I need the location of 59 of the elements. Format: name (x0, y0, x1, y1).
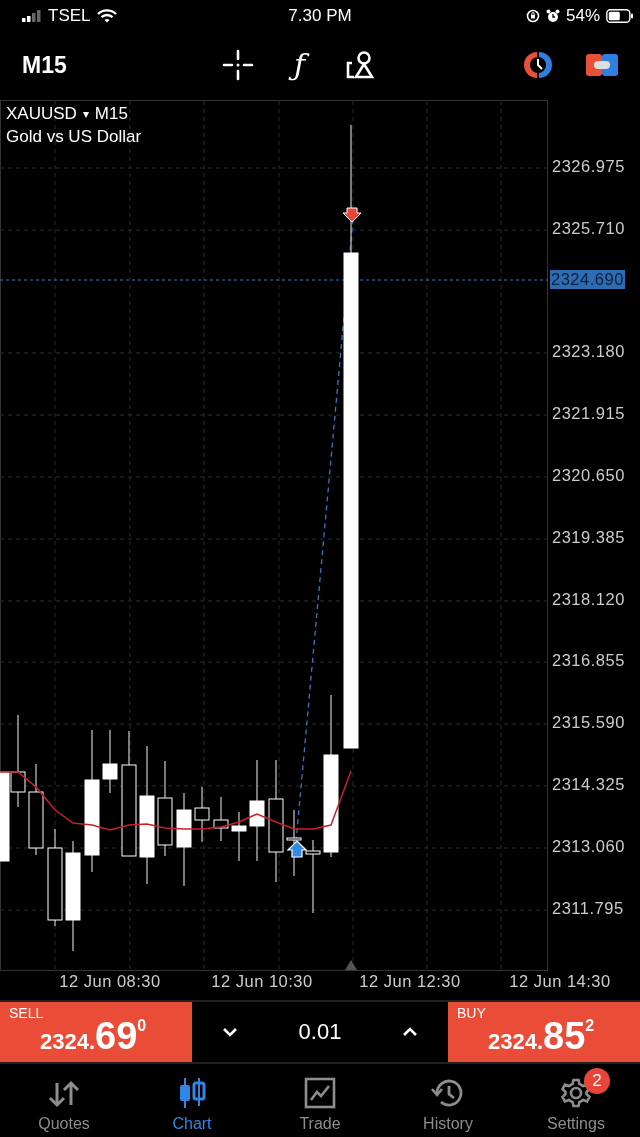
price-tick-label: 2325.710 (552, 219, 625, 238)
history-icon (431, 1077, 465, 1109)
line-chart-icon (304, 1077, 336, 1109)
settings-icon (560, 1077, 592, 1109)
time-tick-label: 12 Jun 14:30 (508, 972, 612, 991)
symbol-name[interactable]: XAUUSD (6, 104, 77, 124)
candlestick (194, 786, 210, 843)
carrier-name: TSEL (48, 6, 91, 26)
increase-volume-icon[interactable] (402, 1027, 418, 1037)
volume-value[interactable]: 0.01 (298, 1019, 342, 1045)
time-tick-label: 12 Jun 08:30 (58, 972, 162, 991)
time-tick-label: 12 Jun 10:30 (210, 972, 314, 991)
battery-percent: 54% (565, 6, 600, 26)
price-tick-label: 2311.795 (552, 899, 624, 918)
arrows-icon (47, 1079, 81, 1109)
buy-button[interactable]: BUY 2324.85$^{2}$ (448, 1002, 640, 1062)
candlestick (231, 811, 247, 862)
sell-arrow-icon (342, 207, 362, 223)
price-tick-label: 2326.975 (552, 157, 625, 176)
dropdown-icon[interactable]: ▾ (82, 107, 89, 121)
shapes-icon[interactable] (345, 50, 376, 80)
candlestick-icon (177, 1077, 207, 1109)
candlestick (213, 796, 229, 842)
crosshair-icon[interactable] (222, 49, 254, 81)
time-tick-label: 12 Jun 12:30 (358, 972, 462, 991)
price-tick-label: 2315.590 (552, 713, 625, 732)
current-price-label: 2324.690 (550, 270, 625, 289)
timeframe-button[interactable]: M15 (22, 51, 222, 79)
price-tick-label: 2323.180 (552, 342, 625, 361)
price-tick-label: 2313.060 (552, 837, 625, 856)
tab[interactable]: Trade (256, 1064, 384, 1137)
price-tick-label: 2314.325 (552, 775, 625, 794)
notification-badge: 2 (584, 1068, 610, 1094)
symbol-description: Gold vs US Dollar (6, 127, 142, 147)
rotation-lock-icon (525, 9, 540, 23)
buy-arrow-icon (286, 840, 308, 858)
signal-icon (22, 10, 42, 22)
tab[interactable]: Chart (128, 1064, 256, 1137)
candlestick (286, 809, 302, 877)
price-tick-label: 2318.120 (552, 590, 625, 609)
sell-button[interactable]: SELL 2324.69$^{0}$ (0, 1002, 192, 1062)
tab[interactable]: History (384, 1064, 512, 1137)
wifi-icon (96, 9, 117, 23)
toggle-icon[interactable] (586, 52, 618, 78)
indicators-button[interactable]: ƒ (288, 44, 312, 86)
price-tick-label: 2320.650 (552, 466, 625, 485)
decrease-volume-icon[interactable] (222, 1027, 238, 1037)
battery-icon (606, 9, 634, 23)
clock-icon[interactable] (522, 50, 554, 80)
price-tick-label: 2319.385 (552, 528, 625, 547)
tab[interactable]: Settings 2 (512, 1064, 640, 1137)
price-tick-label: 2316.855 (552, 651, 625, 670)
status-time: 7.30 PM (288, 6, 352, 26)
alarm-icon (545, 9, 560, 23)
price-tick-label: 2321.915 (552, 404, 625, 423)
candlestick (102, 729, 118, 794)
tab[interactable]: Quotes (0, 1064, 128, 1137)
time-marker-icon (345, 960, 357, 970)
chart-timeframe: M15 (94, 104, 128, 124)
